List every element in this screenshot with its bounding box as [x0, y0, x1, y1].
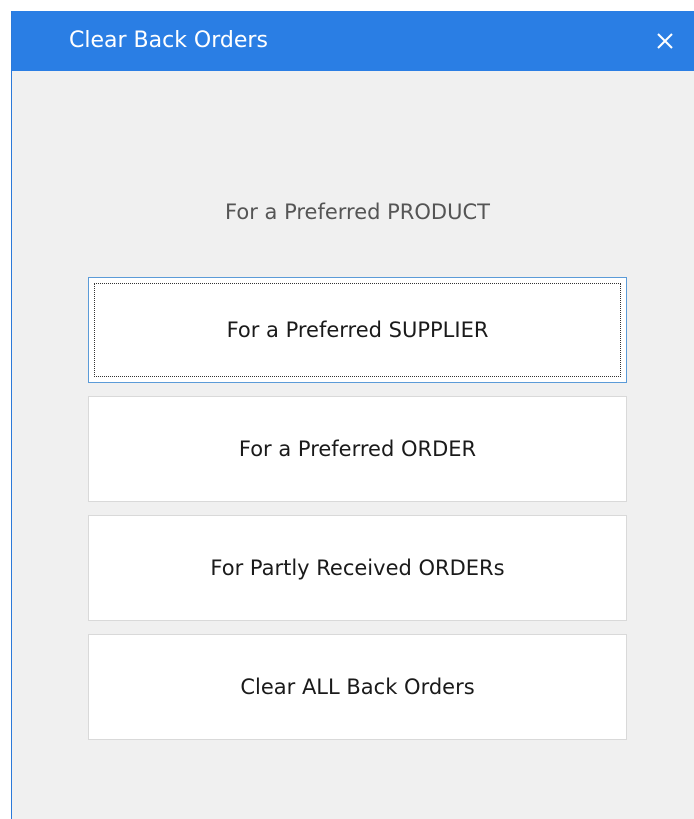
preferred-supplier-button[interactable]: For a Preferred SUPPLIER — [88, 277, 627, 383]
partly-received-orders-button[interactable]: For Partly Received ORDERs — [88, 515, 627, 621]
options-panel: For a Preferred PRODUCT For a Preferred … — [0, 0, 694, 819]
preferred-order-button[interactable]: For a Preferred ORDER — [88, 396, 627, 502]
preferred-product-label: For a Preferred PRODUCT — [225, 200, 490, 224]
clear-all-back-orders-button[interactable]: Clear ALL Back Orders — [88, 634, 627, 740]
